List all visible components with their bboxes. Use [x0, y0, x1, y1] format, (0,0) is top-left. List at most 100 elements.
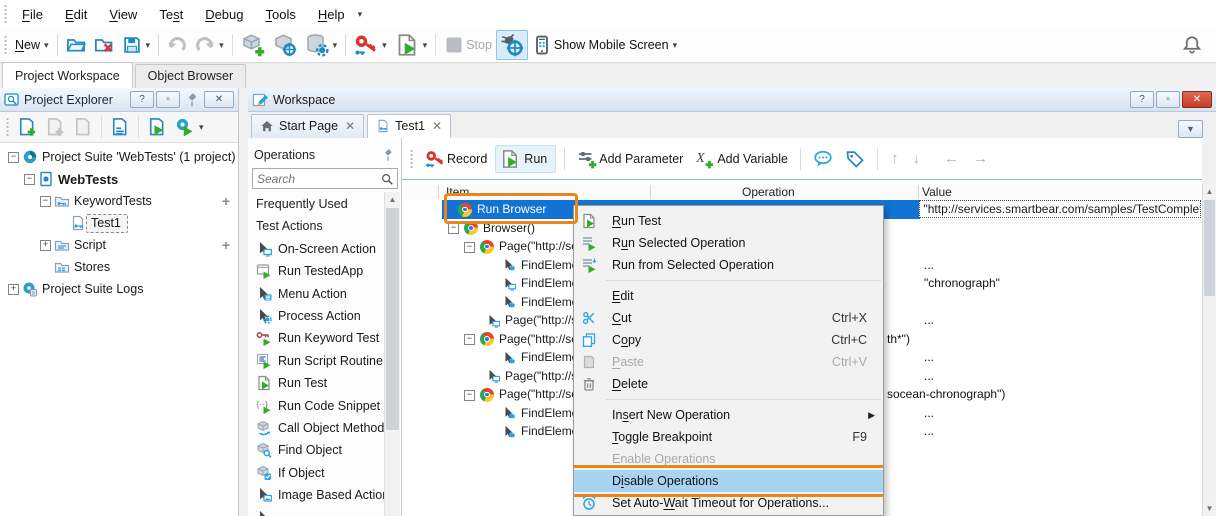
operations-category[interactable]: Test Actions [256, 215, 385, 237]
menu-edit[interactable]: Edit [54, 7, 98, 22]
add-comment-button[interactable] [809, 146, 837, 172]
editor-scroll-up-icon[interactable]: ▲ [1203, 184, 1216, 199]
value-cell[interactable]: ... [924, 404, 934, 423]
tree-node-test1[interactable]: Test1 [0, 212, 238, 234]
tree-node-webtests[interactable]: −WebTests [0, 168, 238, 190]
item-cell[interactable]: Page("http://se [499, 330, 578, 349]
operation-item-image-based-action[interactable]: Image Based Action [256, 484, 385, 506]
menu-item-enable-operations[interactable]: Enable Operations [574, 448, 883, 470]
help-button[interactable]: ? [130, 91, 154, 108]
close-panel-button[interactable]: ✕ [204, 91, 234, 108]
menu-item-insert-new-operation[interactable]: Insert New Operation▶ [574, 404, 883, 426]
tree-node-stores[interactable]: Stores [0, 256, 238, 278]
move-up-button[interactable]: ↑ [886, 150, 904, 167]
item-cell[interactable]: Page("http://se [499, 237, 578, 256]
menu-item-run-test[interactable]: Run Test [574, 210, 883, 232]
value-cell[interactable]: ... [924, 256, 934, 275]
item-cell[interactable]: Run Browser [477, 200, 546, 219]
column-header-item[interactable]: Item [446, 185, 469, 199]
close-tab-icon[interactable]: ✕ [345, 119, 355, 133]
notifications-bell-icon[interactable] [1182, 35, 1202, 55]
add-label-button[interactable] [841, 146, 869, 172]
operation-item-menu-action[interactable]: Menu Action [256, 283, 385, 305]
add-new-item-button[interactable] [237, 30, 269, 60]
run-project-suite-button[interactable]: ▾ [171, 114, 208, 140]
toolbar-grip2[interactable] [3, 35, 8, 55]
operation-item-run-script-routine[interactable]: Run Script Routine [256, 350, 385, 372]
tree-expander-icon[interactable]: − [8, 152, 19, 163]
menu-item-run-from-selected-operation[interactable]: Run from Selected Operation [574, 254, 883, 276]
menu-item-paste[interactable]: PasteCtrl+V [574, 351, 883, 373]
operation-item-run-test[interactable]: Run Test [256, 372, 385, 394]
toolbar-grip[interactable] [3, 4, 8, 24]
restore-button[interactable]: ▫ [156, 91, 180, 108]
save-button[interactable]: ▾ [118, 32, 155, 58]
operations-search-input[interactable] [253, 170, 380, 188]
column-header-value[interactable]: Value [922, 185, 952, 199]
run-test-toolbar-button[interactable]: ▾ [391, 30, 432, 60]
item-cell[interactable]: Page("http://se [499, 385, 578, 404]
add-item-plus-button[interactable]: + [222, 237, 230, 253]
close-project-button[interactable] [90, 32, 118, 58]
object-spy-button[interactable] [269, 30, 301, 60]
operations-pin-icon[interactable] [381, 148, 395, 162]
add-item-plus-button[interactable]: + [222, 193, 230, 209]
workspace-close-button[interactable]: ✕ [1182, 91, 1212, 108]
workspace-help-button[interactable]: ? [1130, 91, 1154, 108]
import-project-button[interactable] [69, 114, 97, 140]
add-parameter-button[interactable]: Add Parameter [573, 146, 687, 172]
value-cell[interactable]: ... [924, 367, 934, 386]
editor-scrollbar[interactable]: ▲ ▼ [1202, 184, 1216, 516]
menu-item-disable-operations[interactable]: Disable Operations [574, 470, 883, 492]
menu-item-copy[interactable]: CopyCtrl+C [574, 329, 883, 351]
tree-node-keywordtests[interactable]: −KeywordTests+ [0, 190, 238, 212]
value-cell[interactable]: "http://services.smartbear.com/samples/T… [919, 200, 1201, 218]
menu-file[interactable]: File [11, 7, 54, 22]
tree-expander-icon[interactable]: + [8, 284, 19, 295]
record-button[interactable]: Record [421, 146, 491, 172]
search-icon[interactable] [380, 172, 394, 186]
scroll-up-icon[interactable]: ▲ [385, 192, 400, 207]
column-header-operation[interactable]: Operation [742, 185, 795, 199]
doc-tab-test1[interactable]: Test1✕ [367, 114, 451, 138]
move-down-button[interactable]: ↓ [907, 150, 925, 167]
add-new-project-button[interactable] [13, 114, 41, 140]
debug-mode-toggle[interactable] [496, 30, 528, 60]
run-button[interactable]: Run [495, 145, 556, 173]
operation-item-run-code-snippet[interactable]: {··}Run Code Snippet [256, 395, 385, 417]
menu-view[interactable]: View [98, 7, 148, 22]
menu-item-run-selected-operation[interactable]: Run Selected Operation [574, 232, 883, 254]
close-tab-icon[interactable]: ✕ [432, 119, 442, 133]
add-existing-project-button[interactable] [41, 114, 69, 140]
doc-tab-start-page[interactable]: Start Page✕ [251, 114, 364, 138]
open-button[interactable] [62, 32, 90, 58]
operations-scrollbar[interactable]: ▲ [384, 192, 400, 516]
tab-list-dropdown-button[interactable]: ▼ [1178, 120, 1203, 138]
organize-items-button[interactable] [106, 114, 134, 140]
new-button[interactable]: New▾ [11, 35, 53, 55]
outdent-button[interactable]: ← [939, 150, 964, 167]
menu-item-set-auto-wait-timeout-for-operations-[interactable]: Set Auto-Wait Timeout for Operations... [574, 492, 883, 514]
add-variable-button[interactable]: X Add Variable [691, 146, 792, 172]
operation-item-find-object[interactable]: Find Object [256, 439, 385, 461]
indent-button[interactable]: → [968, 150, 993, 167]
menu-test[interactable]: Test [148, 7, 194, 22]
workspace-restore-button[interactable]: ▫ [1156, 91, 1180, 108]
operation-item-on-screen-action[interactable]: On-Screen Action [256, 238, 385, 260]
value-cell[interactable]: "chronograph" [924, 274, 1000, 293]
undo-button[interactable] [163, 32, 191, 58]
menu-item-delete[interactable]: Delete [574, 373, 883, 395]
tree-expander-icon[interactable]: − [40, 196, 51, 207]
record-test-button[interactable]: ▾ [350, 30, 391, 60]
data-generator-button[interactable]: ▾ [301, 30, 342, 60]
operation-item-process-action[interactable]: Process Action [256, 305, 385, 327]
operation-item-run-keyword-test[interactable]: Run Keyword Test [256, 327, 385, 349]
tab-project-workspace[interactable]: Project Workspace [2, 62, 133, 88]
menu-help[interactable]: Help [307, 7, 356, 22]
menu-item-edit[interactable]: Edit [574, 285, 883, 307]
operation-item-if-object[interactable]: If Object [256, 462, 385, 484]
redo-button[interactable]: ▾ [191, 32, 228, 58]
tree-node-script[interactable]: +Script+ [0, 234, 238, 256]
operation-item-call-object-method[interactable]: Call Object Method [256, 417, 385, 439]
menu-item-toggle-breakpoint[interactable]: Toggle BreakpointF9 [574, 426, 883, 448]
